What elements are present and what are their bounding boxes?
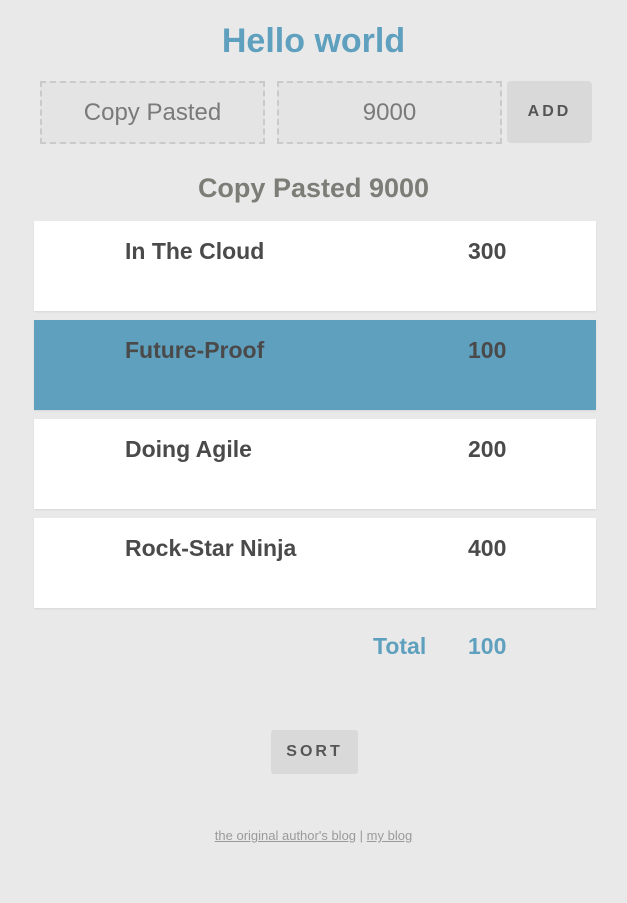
my-blog-link[interactable]: my blog (367, 828, 413, 843)
item-value: 300 (468, 238, 507, 264)
item-name: Doing Agile (125, 436, 252, 462)
list-item[interactable]: Future-Proof 100 (34, 320, 596, 410)
footer: the original author's blog | my blog (0, 827, 627, 845)
item-list: In The Cloud 300 Future-Proof 100 Doing … (34, 221, 596, 617)
footer-separator: | (359, 828, 364, 843)
list-item[interactable]: In The Cloud 300 (34, 221, 596, 311)
name-input[interactable] (40, 81, 265, 144)
original-author-blog-link[interactable]: the original author's blog (215, 828, 356, 843)
total-value: 100 (468, 633, 507, 659)
item-name: In The Cloud (125, 238, 265, 264)
list-item[interactable]: Rock-Star Ninja 400 (34, 518, 596, 608)
item-value: 100 (468, 337, 507, 363)
amount-input[interactable] (277, 81, 502, 144)
total-label: Total (373, 633, 427, 659)
add-item-form: ADD (40, 81, 592, 144)
item-name: Future-Proof (125, 337, 265, 363)
item-value: 400 (468, 535, 507, 561)
item-name: Rock-Star Ninja (125, 535, 297, 561)
item-value: 200 (468, 436, 507, 462)
sort-button[interactable]: SORT (271, 730, 358, 774)
new-item-preview: Copy Pasted 9000 (197, 173, 430, 203)
add-button[interactable]: ADD (507, 81, 592, 143)
page-title: Hello world (221, 22, 406, 60)
list-item[interactable]: Doing Agile 200 (34, 419, 596, 509)
